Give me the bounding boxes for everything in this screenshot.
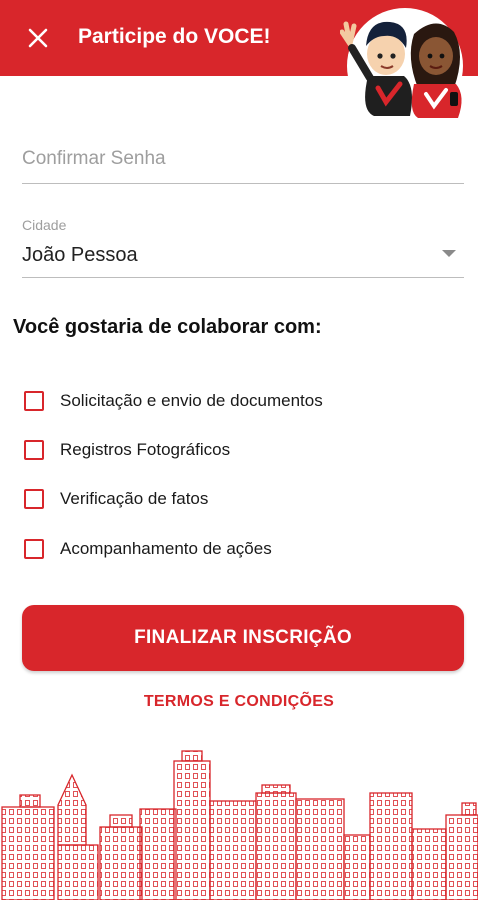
close-icon <box>28 28 48 48</box>
mascot-illustration <box>340 8 463 120</box>
city-select[interactable]: Cidade João Pessoa <box>22 214 464 278</box>
city-label: Cidade <box>22 217 67 233</box>
checkbox[interactable] <box>24 391 44 411</box>
checkbox[interactable] <box>24 440 44 460</box>
city-skyline-illustration <box>1 750 478 900</box>
option-fact-check[interactable]: Verificação de fatos <box>24 487 208 511</box>
checkbox[interactable] <box>24 489 44 509</box>
option-label: Verificação de fatos <box>60 489 209 508</box>
option-label: Solicitação e envio de documentos <box>60 391 323 410</box>
option-label: Acompanhamento de ações <box>60 539 272 558</box>
collaboration-title: Você gostaria de colaborar com: <box>13 316 322 338</box>
option-documents[interactable]: Solicitação e envio de documentos <box>24 389 323 413</box>
checkbox[interactable] <box>24 539 44 559</box>
page-title: Participe do VOCE! <box>78 25 271 48</box>
confirm-password-input[interactable] <box>22 140 464 178</box>
close-button[interactable] <box>22 22 54 54</box>
terms-link[interactable]: TERMOS E CONDIÇÕES <box>0 693 478 711</box>
finish-signup-button[interactable]: FINALIZAR INSCRIÇÃO <box>22 605 464 671</box>
city-value: João Pessoa <box>22 244 138 266</box>
chevron-down-icon[interactable] <box>442 250 456 257</box>
option-photos[interactable]: Registros Fotográficos <box>24 438 230 462</box>
option-label: Registros Fotográficos <box>60 440 231 459</box>
option-follow-up[interactable]: Acompanhamento de ações <box>24 537 272 561</box>
confirm-password-field <box>22 140 464 184</box>
